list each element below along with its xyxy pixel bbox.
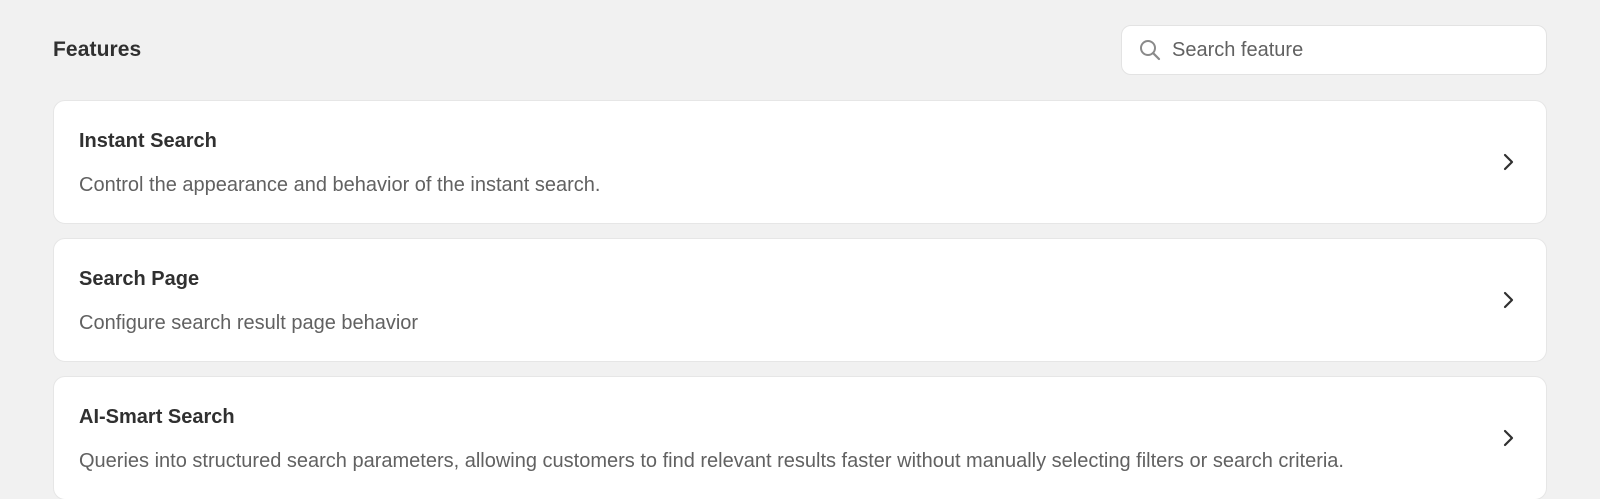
- chevron-right-icon[interactable]: [1498, 152, 1518, 172]
- feature-card-instant-search[interactable]: Instant Search Control the appearance an…: [53, 100, 1547, 224]
- feature-list: Instant Search Control the appearance an…: [53, 100, 1547, 499]
- search-input[interactable]: [1172, 30, 1532, 70]
- feature-card-search-page[interactable]: Search Page Configure search result page…: [53, 238, 1547, 362]
- search-icon: [1138, 38, 1162, 62]
- feature-card-ai-smart-search[interactable]: AI-Smart Search Queries into structured …: [53, 376, 1547, 499]
- feature-title: AI-Smart Search: [79, 406, 235, 428]
- feature-description: Control the appearance and behavior of t…: [79, 174, 601, 196]
- chevron-right-icon[interactable]: [1498, 428, 1518, 448]
- feature-description: Queries into structured search parameter…: [79, 450, 1344, 472]
- page-title: Features: [53, 38, 142, 61]
- feature-title: Search Page: [79, 268, 200, 290]
- feature-description: Configure search result page behavior: [79, 312, 419, 334]
- chevron-right-icon[interactable]: [1498, 290, 1518, 310]
- features-page: Features Instant Search Control the appe…: [0, 0, 1600, 499]
- header: Features: [53, 0, 1547, 100]
- feature-title: Instant Search: [79, 130, 217, 152]
- search-box[interactable]: [1121, 25, 1547, 75]
